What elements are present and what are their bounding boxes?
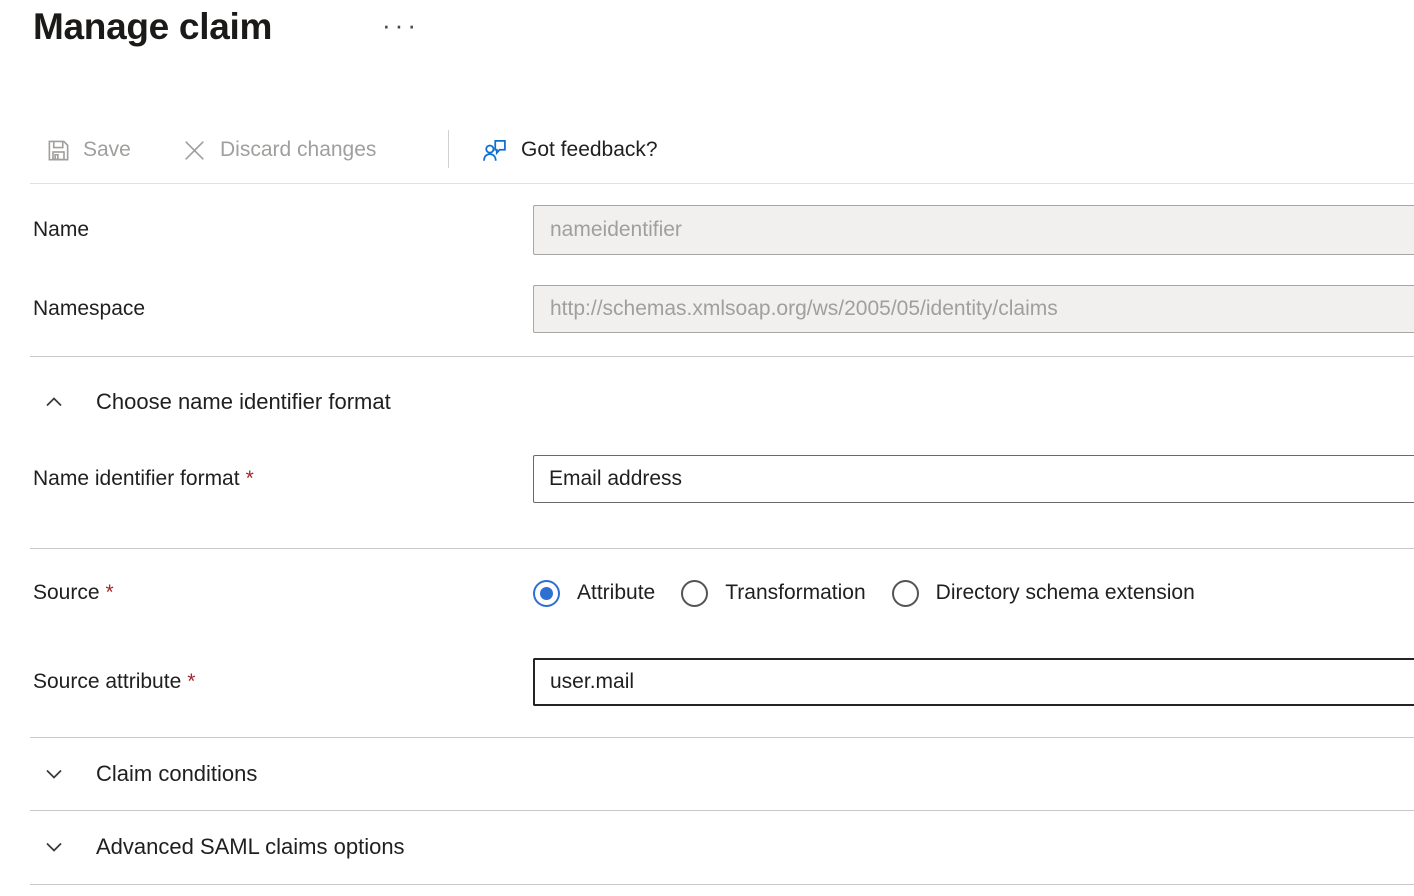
namespace-field-label: Namespace (33, 285, 145, 333)
radio-unselected-icon (681, 580, 708, 607)
more-options-button[interactable]: ··· (382, 12, 420, 38)
section-claim-conditions[interactable]: Claim conditions (40, 758, 257, 790)
section-label: Claim conditions (96, 761, 257, 787)
section-divider (30, 810, 1414, 811)
name-input[interactable] (533, 205, 1414, 255)
toolbar-bottom-rule (30, 183, 1414, 184)
radio-option-directory-schema-extension[interactable]: Directory schema extension (892, 580, 1195, 607)
radio-selected-icon (533, 580, 560, 607)
source-radio-group: Attribute Transformation Directory schem… (533, 575, 1195, 611)
manage-claim-pane: Manage claim ··· Save Discard changes (0, 0, 1414, 896)
name-identifier-format-value: Email address (549, 467, 682, 491)
required-asterisk: * (106, 581, 114, 605)
section-divider (30, 548, 1414, 549)
save-button[interactable]: Save (46, 129, 131, 171)
section-divider (30, 737, 1414, 738)
radio-label: Transformation (725, 581, 865, 605)
section-divider (30, 884, 1414, 885)
chevron-down-icon (40, 760, 68, 788)
section-divider (30, 356, 1414, 357)
section-label: Advanced SAML claims options (96, 834, 405, 860)
radio-option-transformation[interactable]: Transformation (681, 580, 865, 607)
chevron-down-icon (40, 833, 68, 861)
required-asterisk: * (187, 670, 195, 694)
got-feedback-button[interactable]: Got feedback? (481, 129, 658, 171)
name-identifier-format-select[interactable]: Email address (533, 455, 1414, 503)
radio-label: Directory schema extension (936, 581, 1195, 605)
radio-label: Attribute (577, 581, 655, 605)
page-title: Manage claim (33, 6, 272, 48)
section-advanced-saml-claims-options[interactable]: Advanced SAML claims options (40, 831, 405, 863)
section-label: Choose name identifier format (96, 389, 391, 415)
source-attribute-combobox[interactable]: user.mail (533, 658, 1414, 706)
source-field-label: Source * (33, 579, 114, 607)
toolbar-separator (448, 130, 449, 168)
save-icon (46, 138, 71, 163)
namespace-input[interactable] (533, 285, 1414, 333)
discard-changes-button[interactable]: Discard changes (181, 129, 376, 171)
got-feedback-label: Got feedback? (521, 138, 658, 162)
radio-unselected-icon (892, 580, 919, 607)
feedback-person-icon (481, 136, 509, 164)
name-identifier-format-label: Name identifier format * (33, 455, 254, 503)
discard-x-icon (181, 137, 208, 164)
source-attribute-label: Source attribute * (33, 658, 195, 706)
name-field-label: Name (33, 205, 89, 255)
discard-changes-label: Discard changes (220, 138, 376, 162)
radio-option-attribute[interactable]: Attribute (533, 580, 655, 607)
save-label: Save (83, 138, 131, 162)
required-asterisk: * (246, 467, 254, 491)
section-choose-name-identifier-format[interactable]: Choose name identifier format (40, 386, 391, 418)
source-attribute-value: user.mail (550, 670, 634, 694)
chevron-up-icon (40, 388, 68, 416)
